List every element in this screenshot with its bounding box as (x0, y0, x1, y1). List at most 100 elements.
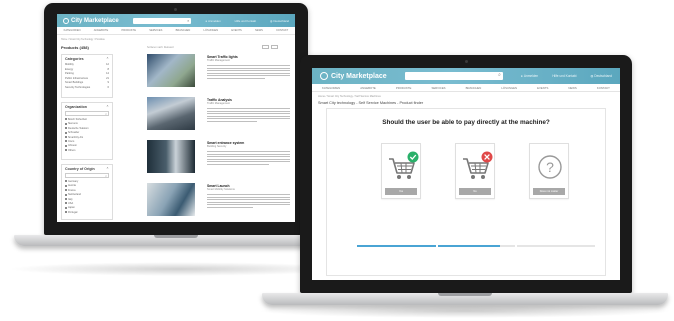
category-item[interactable]: Mobility 12 (65, 63, 109, 66)
search-icon[interactable]: ⌕ (498, 72, 501, 78)
checkbox[interactable] (65, 122, 67, 125)
organization-item[interactable]: Schneider (65, 131, 109, 134)
right-header-help[interactable]: Hilfe und Kontakt (552, 74, 576, 78)
left-sort-label[interactable]: Sortieren nach: Relevanz (147, 46, 174, 49)
checkbox[interactable] (65, 206, 67, 209)
checkbox[interactable] (65, 149, 67, 152)
checkbox[interactable] (65, 118, 67, 121)
result-thumbnail[interactable] (147, 54, 195, 87)
right-nav-item[interactable]: Branchen (466, 86, 482, 90)
organization-item[interactable]: Bosch Sicherheit (65, 118, 109, 121)
left-header-login[interactable]: ● Anmelden (205, 19, 220, 23)
result-item[interactable]: Smart Launch Smart Mobility Solutions (147, 183, 293, 222)
checkbox[interactable] (65, 189, 67, 192)
left-nav-item[interactable]: Services (149, 29, 162, 32)
country-item[interactable]: Japan (65, 206, 109, 209)
right-nav-item[interactable]: News (568, 86, 576, 90)
country-item[interactable]: Germany (65, 180, 109, 183)
left-nav-item[interactable]: Kategorien (64, 29, 81, 32)
country-label: France (68, 188, 76, 192)
left-header-country[interactable]: ◍ Deutschland (270, 19, 289, 23)
checkbox[interactable] (65, 144, 67, 147)
organization-search-input[interactable]: ⌕ (65, 111, 109, 116)
left-nav-item[interactable]: Produkte (122, 29, 136, 32)
result-item[interactable]: Smart Traffic lights Traffic Management (147, 54, 293, 94)
right-breadcrumb[interactable]: Home / Smart City Technology / Self Serv… (318, 95, 381, 98)
search-icon[interactable]: ⌕ (187, 18, 189, 23)
country-item[interactable]: Italy (65, 198, 109, 201)
category-count: 14 (106, 72, 109, 76)
category-item[interactable]: Security Technologies 6 (65, 86, 109, 89)
result-thumbnail[interactable] (147, 183, 195, 216)
option-button-yes[interactable]: Yes (385, 188, 417, 195)
left-header-help[interactable]: Hilfe und Kontakt (235, 19, 256, 23)
organization-item[interactable]: SmartCity AG (65, 136, 109, 139)
organization-label: Infineon (68, 144, 77, 148)
right-nav-item[interactable]: Angebote (360, 86, 376, 90)
right-nav-item[interactable]: Produkte (396, 86, 412, 90)
option-card-yes[interactable]: Yes (381, 143, 421, 199)
right-header-login[interactable]: ● Anmelden (521, 74, 538, 78)
left-nav-item[interactable]: Branchen (176, 29, 191, 32)
country-item[interactable]: Austria (65, 184, 109, 187)
left-nav-item[interactable]: Angebote (94, 29, 108, 32)
checkbox[interactable] (65, 202, 67, 205)
country-item[interactable]: Portugal (65, 211, 109, 214)
checkbox[interactable] (65, 197, 67, 200)
country-search-input[interactable]: ⌕ (65, 173, 109, 178)
category-item[interactable]: Energy 8 (65, 68, 109, 71)
organization-item[interactable]: Cisco (65, 140, 109, 143)
checkbox[interactable] (65, 140, 67, 143)
left-nav-item[interactable]: Lösungen (204, 29, 219, 32)
option-card-no[interactable]: No (455, 143, 495, 199)
organization-item[interactable]: Others (65, 149, 109, 152)
organization-item[interactable]: Deutsche Telekom (65, 127, 109, 130)
left-search-input[interactable]: ⌕ (132, 17, 192, 24)
left-laptop-shadow (8, 262, 348, 276)
checkbox[interactable] (65, 184, 67, 187)
right-nav-item[interactable]: Events (537, 86, 548, 90)
finder-question: Should the user be able to pay directly … (382, 119, 550, 126)
category-item[interactable]: Smart Buildings 9 (65, 81, 109, 84)
left-logo[interactable]: City Marketplace (63, 17, 119, 24)
result-thumbnail[interactable] (147, 97, 195, 130)
option-card-does-not-matter[interactable]: ? Does not matter (529, 143, 569, 199)
left-nav-item[interactable]: Events (231, 29, 241, 32)
checkbox[interactable] (65, 131, 67, 134)
country-title: Country of Origin (65, 167, 95, 171)
option-button-does-not-matter[interactable]: Does not matter (533, 188, 565, 195)
search-icon[interactable]: ⌕ (105, 174, 107, 178)
search-icon[interactable]: ⌕ (105, 112, 107, 116)
checkbox[interactable] (65, 193, 67, 196)
list-view-icon[interactable] (271, 45, 278, 49)
chevron-up-icon[interactable]: ⌃ (106, 105, 109, 109)
checkbox[interactable] (65, 180, 67, 183)
right-search-input[interactable]: ⌕ (404, 72, 503, 80)
grid-view-icon[interactable] (262, 45, 269, 49)
country-item[interactable]: Switzerland (65, 193, 109, 196)
result-item[interactable]: Smart entrance system Building Security (147, 140, 293, 180)
country-item[interactable]: USA (65, 202, 109, 205)
right-header-country[interactable]: ◍ Deutschland (590, 74, 612, 78)
organization-item[interactable]: Infineon (65, 144, 109, 147)
result-thumbnail[interactable] (147, 140, 195, 173)
left-breadcrumb[interactable]: Home / Smart City Technology / Produkte (61, 38, 105, 41)
left-nav-item[interactable]: News (255, 29, 263, 32)
right-logo[interactable]: City Marketplace (320, 72, 387, 80)
right-nav-item[interactable]: Services (431, 86, 445, 90)
category-item[interactable]: Parking 14 (65, 72, 109, 75)
checkbox[interactable] (65, 127, 67, 130)
checkbox[interactable] (65, 135, 67, 138)
option-button-no[interactable]: No (459, 188, 491, 195)
checkbox[interactable] (65, 211, 67, 214)
right-nav-item[interactable]: Kategorien (322, 86, 340, 90)
result-item[interactable]: Traffic Analysis Traffic Management (147, 97, 293, 137)
organization-item[interactable]: Siemens (65, 122, 109, 125)
right-nav-item[interactable]: Lösungen (501, 86, 517, 90)
right-nav-item[interactable]: Kontakt (597, 86, 610, 90)
country-item[interactable]: France (65, 189, 109, 192)
category-item[interactable]: Public Infrastructure 21 (65, 77, 109, 80)
chevron-up-icon[interactable]: ⌃ (106, 167, 109, 171)
left-nav-item[interactable]: Kontakt (276, 29, 288, 32)
chevron-up-icon[interactable]: ⌃ (106, 57, 109, 61)
